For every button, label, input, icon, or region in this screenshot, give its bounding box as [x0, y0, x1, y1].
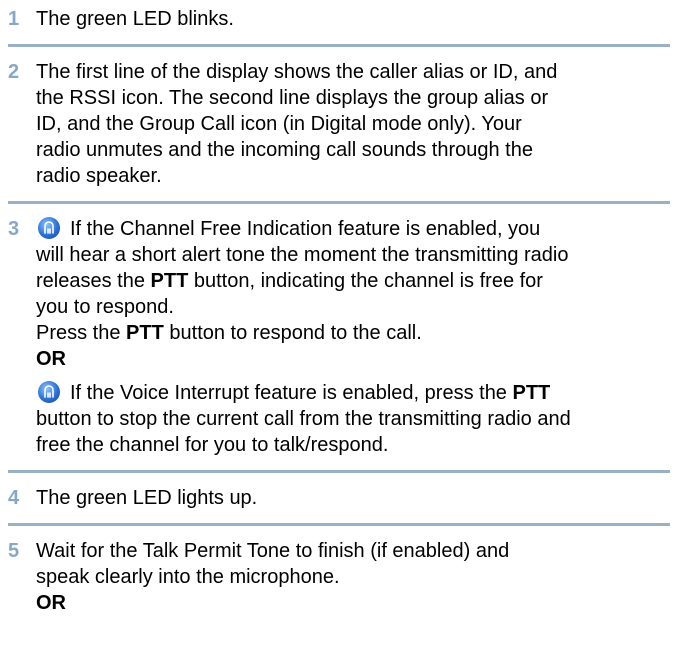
option-feature-icon	[38, 217, 60, 239]
divider	[8, 523, 670, 526]
procedure-steps: 1 The green LED blinks. 2 The first line…	[0, 0, 678, 616]
divider	[8, 44, 670, 47]
step-text-line: The first line of the display shows the …	[36, 61, 558, 83]
step-text-line: button to stop the current call from the…	[36, 408, 571, 430]
step-text: The green LED lights up.	[36, 487, 258, 509]
step-2: 2 The first line of the display shows th…	[0, 59, 678, 189]
step-text-line: radio speaker.	[36, 165, 162, 187]
or-label: OR	[36, 348, 66, 370]
or-label: OR	[36, 592, 66, 614]
step-text-line: Press the PTT button to respond to the c…	[36, 322, 422, 344]
step-4: 4 The green LED lights up.	[0, 485, 678, 511]
divider	[8, 201, 670, 204]
step-text-line: free the channel for you to talk/respond…	[36, 434, 389, 456]
step-text-line: If the Voice Interrupt feature is enable…	[36, 380, 658, 406]
step-number: 1	[8, 8, 20, 30]
step-number: 2	[8, 61, 20, 83]
step-text-line: Wait for the Talk Permit Tone to finish …	[36, 540, 510, 562]
ptt-label: PTT	[126, 322, 164, 344]
step-text-line: speak clearly into the microphone.	[36, 566, 340, 588]
option-feature-icon	[38, 381, 60, 403]
step-text-line: If the Channel Free Indication feature i…	[36, 216, 658, 242]
step-text-line: radio unmutes and the incoming call soun…	[36, 139, 533, 161]
step-text: The green LED blinks.	[36, 8, 234, 30]
step-number: 3	[8, 218, 20, 240]
step-5: 5 Wait for the Talk Permit Tone to finis…	[0, 538, 678, 616]
step-3: 3 If the Channel Free Indication feature…	[0, 216, 678, 458]
ptt-label: PTT	[150, 270, 189, 292]
step-1: 1 The green LED blinks.	[0, 6, 678, 32]
step-text-line: will hear a short alert tone the moment …	[36, 244, 569, 266]
divider	[8, 470, 670, 473]
step-text: If the Channel Free Indication feature i…	[70, 218, 541, 240]
step-number: 5	[8, 540, 20, 562]
step-text-line: releases the PTT button, indicating the …	[36, 270, 543, 292]
step-text-line: ID, and the Group Call icon (in Digital …	[36, 113, 522, 135]
step-number: 4	[8, 487, 20, 509]
ptt-label: PTT	[512, 382, 551, 404]
step-text-line: the RSSI icon. The second line displays …	[36, 87, 549, 109]
step-text-line: you to respond.	[36, 296, 174, 318]
